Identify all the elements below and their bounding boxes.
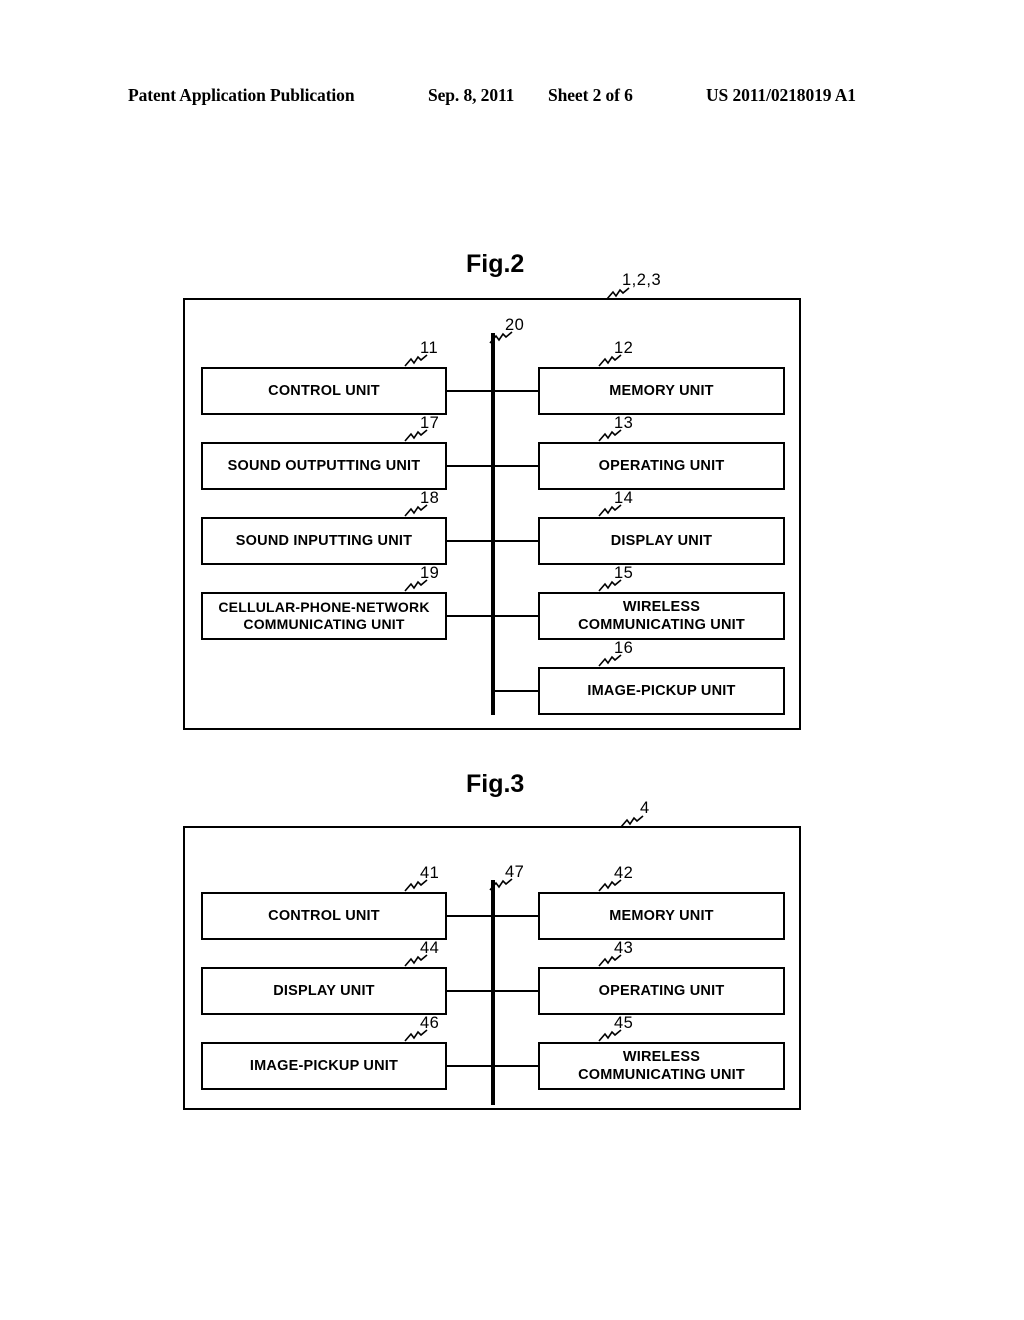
unit-box-control-unit[interactable]: CONTROL UNIT	[201, 892, 447, 940]
connector-line	[446, 390, 493, 392]
leader-squiggle-icon	[489, 331, 513, 344]
connector-line	[446, 465, 493, 467]
unit-box-operating-unit[interactable]: OPERATING UNIT	[538, 967, 785, 1015]
leader-squiggle-icon	[598, 1029, 622, 1042]
leader-squiggle-icon	[598, 579, 622, 592]
leader-squiggle-icon	[620, 815, 644, 828]
connector-line	[493, 690, 540, 692]
header-publication-title: Patent Application Publication	[128, 85, 355, 105]
connector-line	[446, 915, 493, 917]
unit-box-sound-inputting-unit[interactable]: SOUND INPUTTING UNIT	[201, 517, 447, 565]
figure-3-bus-line	[491, 880, 495, 1105]
unit-box-memory-unit[interactable]: MEMORY UNIT	[538, 892, 785, 940]
connector-line	[446, 540, 493, 542]
connector-line	[446, 990, 493, 992]
page-header: Patent Application Publication Sep. 8, 2…	[128, 85, 896, 111]
leader-squiggle-icon	[489, 878, 513, 891]
header-date: Sep. 8, 2011	[428, 85, 515, 105]
connector-line	[493, 390, 540, 392]
leader-squiggle-icon	[598, 879, 622, 892]
connector-line	[493, 915, 540, 917]
connector-line	[493, 990, 540, 992]
unit-box-wireless-communicating-unit[interactable]: WIRELESS COMMUNICATING UNIT	[538, 1042, 785, 1090]
leader-squiggle-icon	[404, 504, 428, 517]
connector-line	[493, 465, 540, 467]
header-sheet-number: Sheet 2 of 6	[548, 85, 633, 105]
connector-line	[493, 1065, 540, 1067]
unit-box-display-unit[interactable]: DISPLAY UNIT	[201, 967, 447, 1015]
leader-squiggle-icon	[404, 879, 428, 892]
leader-squiggle-icon	[598, 954, 622, 967]
connector-line	[446, 1065, 493, 1067]
header-patent-number: US 2011/0218019 A1	[706, 85, 856, 105]
unit-box-memory-unit[interactable]: MEMORY UNIT	[538, 367, 785, 415]
unit-box-cellular-phone-network-communicating-unit[interactable]: CELLULAR-PHONE-NETWORK COMMUNICATING UNI…	[201, 592, 447, 640]
leader-squiggle-icon	[598, 504, 622, 517]
leader-squiggle-icon	[598, 429, 622, 442]
unit-box-control-unit[interactable]: CONTROL UNIT	[201, 367, 447, 415]
connector-line	[446, 615, 493, 617]
leader-squiggle-icon	[598, 654, 622, 667]
leader-squiggle-icon	[404, 1029, 428, 1042]
leader-squiggle-icon	[404, 354, 428, 367]
unit-box-sound-outputting-unit[interactable]: SOUND OUTPUTTING UNIT	[201, 442, 447, 490]
leader-squiggle-icon	[404, 579, 428, 592]
figure-3-title: Fig.3	[466, 770, 525, 798]
unit-box-wireless-communicating-unit[interactable]: WIRELESS COMMUNICATING UNIT	[538, 592, 785, 640]
unit-box-display-unit[interactable]: DISPLAY UNIT	[538, 517, 785, 565]
leader-squiggle-icon	[404, 954, 428, 967]
connector-line	[493, 615, 540, 617]
leader-squiggle-icon	[404, 429, 428, 442]
leader-squiggle-icon	[598, 354, 622, 367]
unit-box-image-pickup-unit[interactable]: IMAGE-PICKUP UNIT	[201, 1042, 447, 1090]
figure-2-title: Fig.2	[466, 250, 525, 278]
unit-box-image-pickup-unit[interactable]: IMAGE-PICKUP UNIT	[538, 667, 785, 715]
unit-box-operating-unit[interactable]: OPERATING UNIT	[538, 442, 785, 490]
connector-line	[493, 540, 540, 542]
leader-squiggle-icon	[606, 287, 630, 300]
